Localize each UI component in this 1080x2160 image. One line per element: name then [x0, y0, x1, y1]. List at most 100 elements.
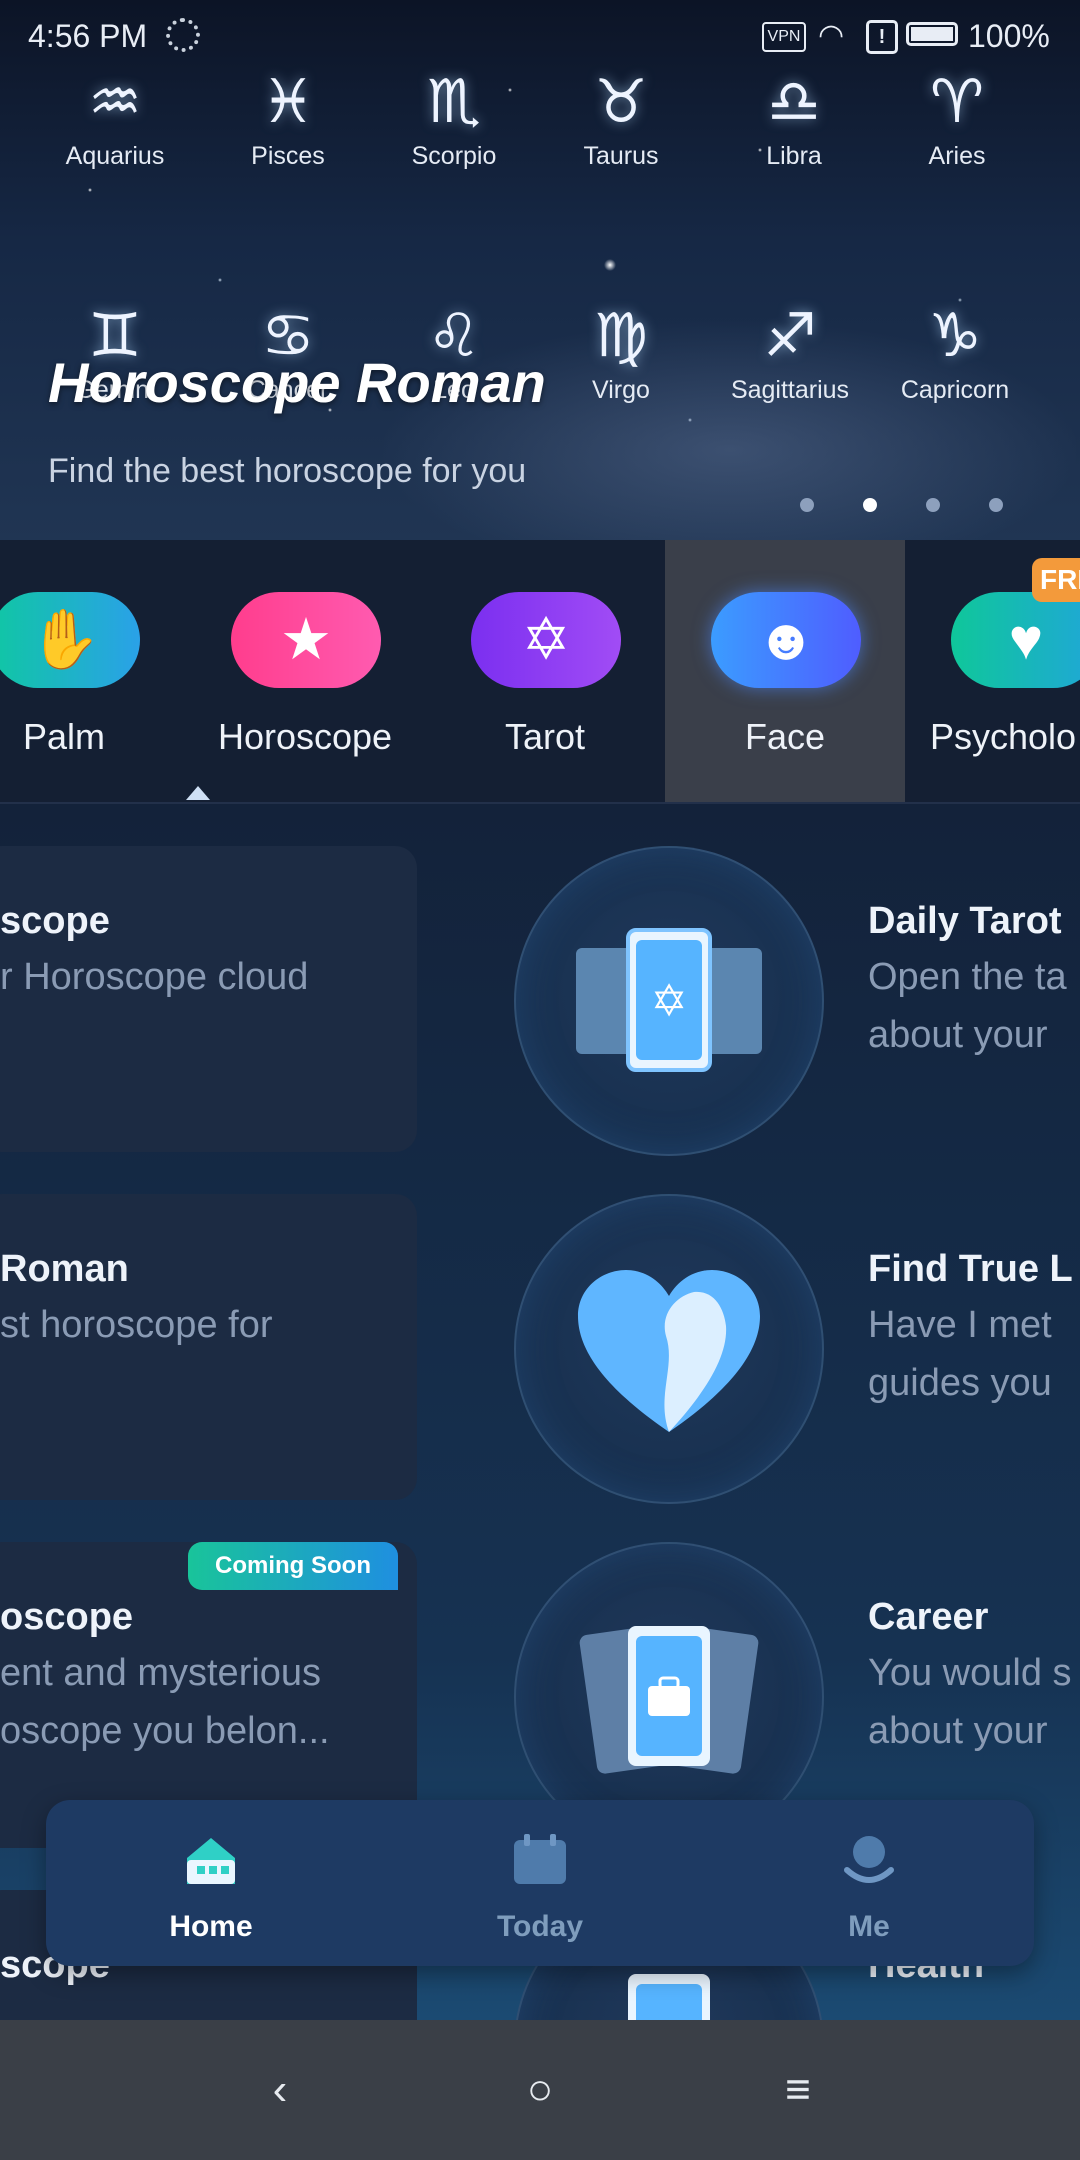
heart-icon: ♥ [1008, 607, 1044, 672]
sign-taurus[interactable]: ♉ Taurus [546, 68, 696, 171]
coming-soon-badge: Coming Soon [188, 1542, 398, 1590]
card-desc: Open the ta [868, 956, 1067, 998]
wifi-icon: ◠ [818, 19, 845, 52]
tab-home[interactable]: Home [111, 1800, 311, 1966]
sign-aquarius[interactable]: ♒ Aquarius [40, 68, 190, 171]
pager-dot-active[interactable] [863, 498, 877, 512]
sign-aries[interactable]: ♈ Aries [882, 68, 1032, 171]
hand-icon: ✋ [28, 607, 102, 672]
sign-sagittarius[interactable]: ♐ Sagittarius [715, 302, 865, 405]
category-palm[interactable]: ✋ Palm [0, 540, 184, 802]
card-desc: ent and mysterious [0, 1652, 322, 1694]
card-title: Daily Tarot [868, 900, 1062, 942]
libra-icon: ♎ [767, 67, 821, 137]
card-title: Roman [0, 1248, 129, 1290]
battery-percent: 100% [968, 18, 1050, 54]
category-face-pill: ☻ [711, 592, 861, 688]
tarot-card-icon: ✡ [521, 607, 571, 672]
tab-me[interactable]: Me [769, 1800, 969, 1966]
feature-card-left[interactable]: Roman st horoscope for [0, 1194, 417, 1500]
card-desc: about your [868, 1014, 1048, 1056]
sign-pisces[interactable]: ♓ Pisces [213, 68, 363, 171]
menu-button[interactable]: ≡ [768, 2060, 828, 2120]
category-label: Face [744, 716, 826, 757]
card-desc: r Horoscope cloud [0, 956, 309, 998]
capricorn-icon: ♑ [928, 301, 982, 371]
sign-label: Aries [928, 142, 986, 170]
category-palm-pill: ✋ [0, 592, 140, 688]
circle-home-icon: ○ [526, 2065, 554, 2114]
card-desc: guides you [868, 1362, 1052, 1404]
calendar-icon [514, 1834, 566, 1884]
loading-spinner-icon [166, 18, 200, 52]
daily-tarot-illustration: ✡ [514, 846, 824, 1156]
card-desc: oscope you belon... [0, 1710, 330, 1752]
sign-label: Sagittarius [730, 376, 850, 404]
sign-virgo[interactable]: ♍ Virgo [546, 302, 696, 405]
banner-subtitle: Find the best horoscope for you [48, 452, 527, 490]
sign-capricorn[interactable]: ♑ Capricorn [880, 302, 1030, 405]
card-desc: st horoscope for [0, 1304, 273, 1346]
sign-libra[interactable]: ♎ Libra [719, 68, 869, 171]
category-label: Horoscope [217, 716, 393, 757]
sign-label: Virgo [592, 376, 650, 404]
sign-label: Aquarius [65, 142, 165, 170]
star-icon: ★ [280, 607, 332, 672]
pager-dot[interactable] [926, 498, 940, 512]
tarot-cards-icon: ✡ [576, 928, 762, 1072]
sign-scorpio[interactable]: ♏ Scorpio [379, 68, 529, 171]
back-icon: ‹ [272, 2065, 288, 2114]
category-horoscope[interactable]: ★ Horoscope [185, 540, 425, 802]
category-tarot-pill: ✡ [471, 592, 621, 688]
tab-label: Me [848, 1910, 890, 1943]
category-label: Psycholo [930, 716, 1077, 757]
tab-label: Today [496, 1910, 584, 1943]
home-button[interactable]: ○ [510, 2060, 570, 2120]
category-horoscope-pill: ★ [231, 592, 381, 688]
battery-icon [906, 22, 958, 46]
alert-icon: ! [866, 20, 898, 54]
status-bar: 4:56 PM VPN ◠ ! 100% [0, 0, 1080, 72]
sign-label: Pisces [251, 142, 325, 170]
system-navigation-bar: ‹ ○ ≡ [0, 2020, 1080, 2160]
hero-banner[interactable]: 4:56 PM VPN ◠ ! 100% ♒ Aquarius ♓ Pisces… [0, 0, 1080, 540]
card-title: scope [0, 900, 110, 942]
aquarius-icon: ♒ [88, 67, 142, 137]
card-desc: Have I met [868, 1304, 1052, 1346]
category-face[interactable]: ☻ Face [665, 540, 905, 802]
selected-indicator [186, 786, 210, 800]
category-tarot[interactable]: ✡ Tarot [425, 540, 665, 802]
tab-today[interactable]: Today [440, 1800, 640, 1966]
banner-pager [800, 498, 1052, 517]
menu-icon: ≡ [785, 2065, 811, 2114]
back-button[interactable]: ‹ [250, 2060, 310, 2120]
heart-face-icon [578, 1270, 760, 1432]
scorpio-icon: ♏ [427, 67, 481, 137]
feature-card-left[interactable]: scope r Horoscope cloud [0, 846, 417, 1152]
free-badge: FRE [1032, 558, 1080, 602]
pisces-icon: ♓ [261, 67, 315, 137]
svg-text:✡: ✡ [651, 976, 688, 1027]
find-love-illustration [514, 1194, 824, 1504]
pager-dot[interactable] [989, 498, 1003, 512]
virgo-icon: ♍ [594, 301, 648, 371]
banner-title: Horoscope Roman [48, 351, 546, 414]
sign-label: Scorpio [411, 142, 497, 170]
card-title: oscope [0, 1596, 134, 1638]
sign-label: Taurus [583, 142, 659, 170]
pager-dot[interactable] [800, 498, 814, 512]
sagittarius-icon: ♐ [763, 301, 817, 371]
profile-icon [844, 1836, 894, 1883]
card-title: Career [868, 1596, 989, 1638]
face-icon: ☻ [755, 607, 817, 672]
sign-label: Libra [766, 142, 822, 170]
home-icon [187, 1838, 235, 1884]
aries-icon: ♈ [930, 67, 984, 137]
category-label: Tarot [504, 716, 586, 757]
vpn-icon: VPN [762, 22, 806, 52]
sign-label: Capricorn [900, 376, 1010, 404]
bottom-tab-bar: Home Today Me [46, 1800, 1034, 1966]
category-scroller[interactable]: ✋ Palm ★ Horoscope ✡ Tarot ☻ Face ♥ Psyc… [0, 540, 1080, 804]
card-title: Find True L [868, 1248, 1073, 1290]
tab-label: Home [169, 1910, 253, 1943]
